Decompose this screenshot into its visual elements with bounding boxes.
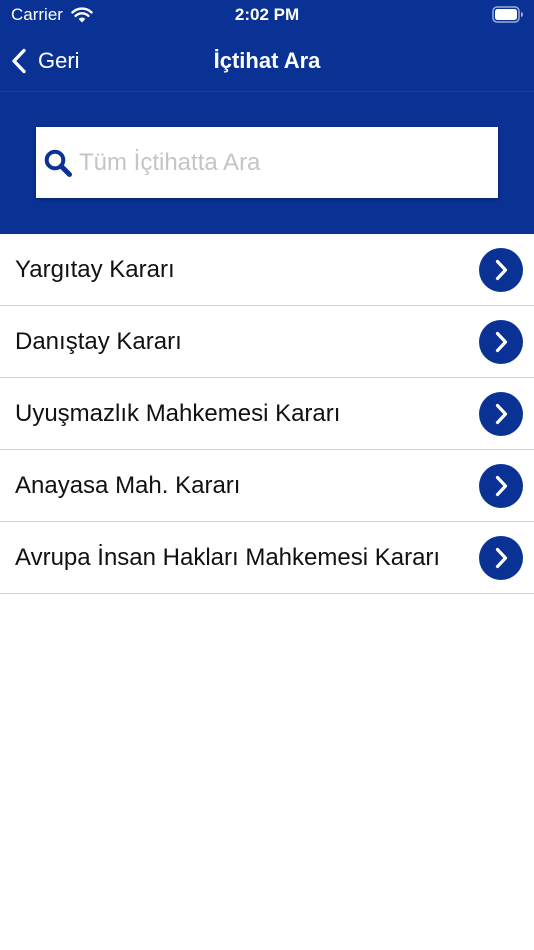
list-item-uyusmazlik[interactable]: Uyuşmazlık Mahkemesi Kararı bbox=[0, 378, 534, 450]
list-item-label: Uyuşmazlık Mahkemesi Kararı bbox=[15, 400, 341, 427]
nav-divider bbox=[0, 91, 534, 92]
chevron-right-icon[interactable] bbox=[479, 536, 523, 580]
list-item-aihm[interactable]: Avrupa İnsan Hakları Mahkemesi Kararı bbox=[0, 522, 534, 594]
status-time: 2:02 PM bbox=[234, 5, 300, 24]
chevron-right-icon[interactable] bbox=[479, 392, 523, 436]
list-item-label: Anayasa Mah. Kararı bbox=[15, 472, 241, 499]
list-item-danistay[interactable]: Danıştay Kararı bbox=[0, 306, 534, 378]
search-input[interactable] bbox=[79, 142, 479, 183]
list-item-label: Danıştay Kararı bbox=[15, 328, 182, 355]
battery-icon bbox=[492, 6, 523, 23]
back-button[interactable]: Geri bbox=[10, 44, 80, 78]
search-box[interactable] bbox=[36, 127, 498, 198]
page-title: İçtihat Ara bbox=[213, 48, 321, 73]
status-bar: Carrier 2:02 PM bbox=[0, 0, 534, 32]
court-decision-list: Yargıtay Kararı Danıştay Kararı Uyuşmazl… bbox=[0, 234, 534, 594]
list-item-label: Avrupa İnsan Hakları Mahkemesi Kararı bbox=[15, 544, 441, 571]
chevron-right-icon[interactable] bbox=[479, 464, 523, 508]
list-item-anayasa[interactable]: Anayasa Mah. Kararı bbox=[0, 450, 534, 522]
back-label: Geri bbox=[38, 48, 80, 73]
navigation-bar: İçtihat Ara Geri bbox=[0, 32, 534, 90]
list-item-yargitay[interactable]: Yargıtay Kararı bbox=[0, 234, 534, 306]
chevron-right-icon[interactable] bbox=[479, 320, 523, 364]
header-area: Carrier 2:02 PM İçtihat Ara Geri bbox=[0, 0, 534, 234]
chevron-left-icon bbox=[12, 48, 26, 74]
search-icon bbox=[44, 149, 72, 177]
chevron-right-icon[interactable] bbox=[479, 248, 523, 292]
list-item-label: Yargıtay Kararı bbox=[15, 256, 175, 283]
